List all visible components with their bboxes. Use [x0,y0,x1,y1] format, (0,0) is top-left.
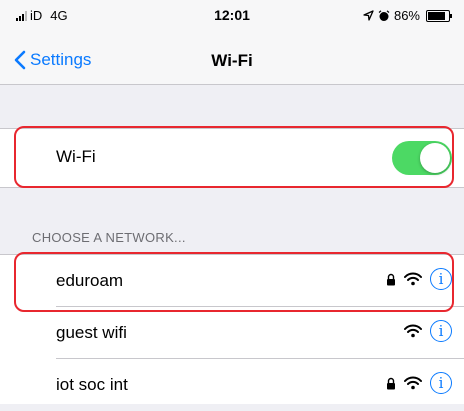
info-icon[interactable]: i [430,372,452,394]
page-title: Wi-Fi [211,51,253,70]
network-row-guest-wifi[interactable]: guest wifi i [0,307,464,359]
wifi-toggle-switch[interactable] [392,141,452,175]
navigation-bar: Settings Wi-Fi [0,40,464,85]
location-arrow-icon [363,10,374,21]
status-right: 86% [363,8,452,23]
info-icon[interactable]: i [430,268,452,290]
status-bar: iD 4G 12:01 86% [0,0,464,40]
network-name: iot soc int [56,375,128,394]
network-name: guest wifi [56,323,127,342]
battery-level [428,11,445,20]
wifi-signal-icon [404,376,422,390]
lock-icon [387,273,395,285]
toggle-knob [420,143,450,173]
lock-icon [387,377,395,389]
network-list: eduroam i guest wifi i iot soc int i [0,254,464,404]
network-row-eduroam[interactable]: eduroam i [0,255,464,307]
info-icon[interactable]: i [430,320,452,342]
alarm-icon [378,9,390,21]
wifi-label: Wi-Fi [56,147,96,166]
network-row-iot-soc-int[interactable]: iot soc int i [0,359,464,411]
network-name: eduroam [56,271,124,290]
wifi-signal-icon [404,272,422,286]
wifi-signal-icon [404,324,422,338]
wifi-toggle-row: Wi-Fi [0,128,464,188]
battery-icon [426,9,452,22]
battery-percent: 86% [393,8,420,23]
section-header: CHOOSE A NETWORK... [32,230,186,245]
